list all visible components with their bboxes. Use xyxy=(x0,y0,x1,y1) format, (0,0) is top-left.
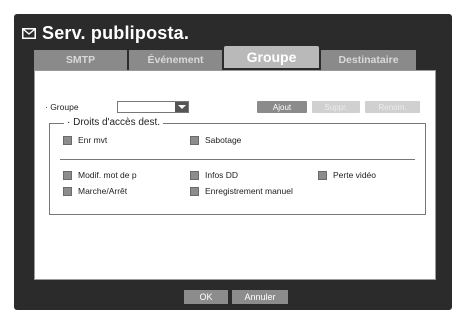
checkbox-label: Marche/Arrêt xyxy=(78,186,128,196)
tab-evenement[interactable]: Événement xyxy=(129,50,222,70)
checkbox-label: Enr mvt xyxy=(78,135,108,145)
checkbox-box[interactable] xyxy=(63,186,72,196)
tab-smtp[interactable]: SMTP xyxy=(34,50,127,70)
rename-button[interactable]: Renom. xyxy=(365,101,420,113)
checkbox-box[interactable] xyxy=(318,170,327,180)
tab-destinataire[interactable]: Destinataire xyxy=(321,50,416,70)
add-button[interactable]: Ajout xyxy=(257,101,307,113)
tab-groupe[interactable]: Groupe xyxy=(224,46,319,68)
ok-button[interactable]: OK xyxy=(184,290,228,304)
checkbox-sabotage[interactable]: Sabotage xyxy=(190,135,241,145)
checkbox-marche-arret[interactable]: Marche/Arrêt xyxy=(63,186,127,196)
checkbox-label: Perte vidéo xyxy=(333,170,376,180)
tab-bar: SMTP Événement Groupe Destinataire xyxy=(34,46,436,70)
checkbox-label: Infos DD xyxy=(205,170,239,180)
checkbox-label: Sabotage xyxy=(205,135,242,145)
chevron-down-icon[interactable] xyxy=(175,102,188,112)
checkbox-box[interactable] xyxy=(63,135,72,145)
checkbox-enr-mvt[interactable]: Enr mvt xyxy=(63,135,107,145)
access-rights-legend: · Droits d'accès dest. xyxy=(64,117,164,128)
dialog-title: Serv. publiposta. xyxy=(22,21,189,45)
group-panel: · Groupe Ajout Suppr. Renom. · Droits d'… xyxy=(34,70,436,280)
checkbox-infos-dd[interactable]: Infos DD xyxy=(190,170,238,180)
checkbox-perte-video[interactable]: Perte vidéo xyxy=(318,170,376,180)
delete-button[interactable]: Suppr. xyxy=(312,101,360,113)
dialog-title-text: Serv. publiposta. xyxy=(42,22,190,43)
checkbox-label: Enregistrement manuel xyxy=(205,186,293,196)
group-select[interactable] xyxy=(117,101,189,113)
mail-icon xyxy=(22,27,36,39)
checkbox-box[interactable] xyxy=(190,170,199,180)
access-rights-group: · Droits d'accès dest. Enr mvt Sabotage … xyxy=(49,117,426,215)
dialog-window: Serv. publiposta. SMTP Événement Groupe … xyxy=(14,14,452,310)
checkbox-label: Modif. mot de p xyxy=(78,170,137,180)
checkbox-box[interactable] xyxy=(190,186,199,196)
group-label: · Groupe xyxy=(45,102,79,112)
checkbox-box[interactable] xyxy=(190,135,199,145)
checkbox-box[interactable] xyxy=(63,170,72,180)
checkbox-modif-mot-de-passe[interactable]: Modif. mot de p xyxy=(63,170,137,180)
cancel-button[interactable]: Annuler xyxy=(232,290,288,304)
checkbox-enregistrement-manuel[interactable]: Enregistrement manuel xyxy=(190,186,293,196)
divider xyxy=(60,159,415,160)
